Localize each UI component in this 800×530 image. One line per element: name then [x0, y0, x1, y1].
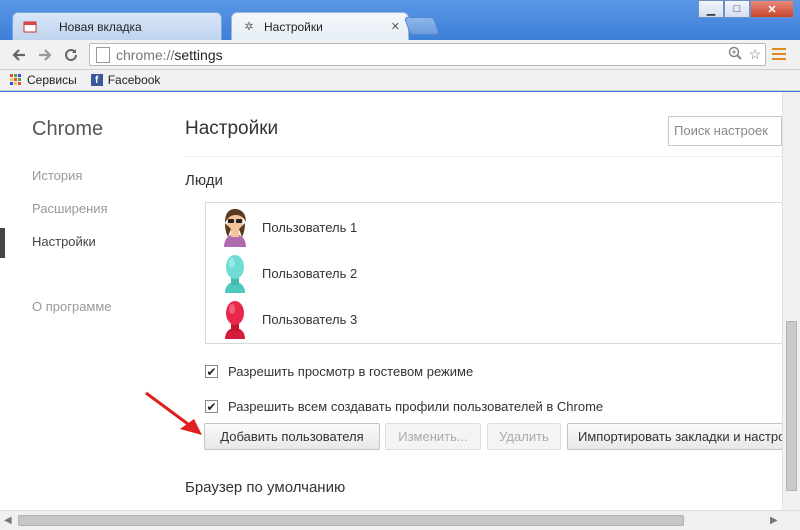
- checkbox-label: Разрешить всем создавать профили пользов…: [228, 399, 604, 414]
- horizontal-scroll-thumb[interactable]: [18, 515, 684, 526]
- search-settings-input[interactable]: Поиск настроек: [668, 116, 782, 146]
- tab-new-tab[interactable]: Новая вкладка: [12, 12, 222, 40]
- profile-name: Пользователь 3: [262, 311, 358, 327]
- vertical-scrollbar[interactable]: [782, 92, 800, 510]
- chrome-menu-icon[interactable]: [772, 48, 786, 62]
- profile-item[interactable]: Пользователь 1: [220, 207, 357, 247]
- close-tab-icon[interactable]: ✕: [391, 20, 400, 33]
- import-bookmarks-button[interactable]: Импортировать закладки и настройки: [567, 423, 782, 450]
- annotation-arrow: [145, 391, 202, 435]
- sidebar-item-settings[interactable]: Настройки: [32, 234, 96, 249]
- browser-toolbar: chrome://settings ☆: [0, 40, 800, 70]
- sidebar-item-about[interactable]: О программе: [32, 299, 112, 314]
- sidebar-item-history[interactable]: История: [32, 168, 82, 183]
- settings-main: Настройки Поиск настроек Люди Пользовате…: [185, 92, 782, 510]
- horizontal-scrollbar[interactable]: ◀ ▶: [0, 510, 800, 530]
- allow-profiles-checkbox-row[interactable]: ✔ Разрешить всем создавать профили польз…: [205, 399, 603, 414]
- bookmark-star-icon[interactable]: ☆: [745, 46, 765, 63]
- settings-sidebar: Chrome История Расширения Настройки О пр…: [0, 92, 170, 510]
- title-bar: Новая вкладка ✲ Настройки ✕ ▁ □ ✕: [0, 0, 800, 40]
- address-bar[interactable]: chrome://settings ☆: [89, 43, 766, 66]
- tab-settings[interactable]: ✲ Настройки ✕: [231, 12, 409, 40]
- profile-name: Пользователь 2: [262, 265, 358, 281]
- vertical-scroll-thumb[interactable]: [786, 321, 797, 491]
- tab-title: Новая вкладка: [59, 19, 142, 34]
- bookmark-facebook[interactable]: f Facebook: [90, 73, 161, 87]
- section-default-browser-title: Браузер по умолчанию: [185, 479, 346, 496]
- window-controls: ▁ □ ✕: [698, 0, 794, 18]
- new-tab-button[interactable]: [403, 17, 441, 35]
- minimize-button[interactable]: ▁: [698, 0, 724, 18]
- edit-user-button[interactable]: Изменить...: [385, 423, 481, 450]
- page-title: Настройки: [185, 118, 279, 139]
- add-user-button[interactable]: Добавить пользователя: [204, 423, 380, 450]
- user-avatar-teal-icon: [225, 255, 245, 293]
- tab-title: Настройки: [264, 19, 323, 34]
- url-text[interactable]: chrome://settings: [116, 47, 725, 63]
- profile-item[interactable]: Пользователь 2: [220, 253, 357, 293]
- zoom-icon[interactable]: [725, 46, 745, 63]
- arrow-right-icon[interactable]: [34, 44, 56, 66]
- close-window-button[interactable]: ✕: [750, 0, 794, 18]
- section-people-title: Люди: [185, 172, 223, 189]
- user-avatar-woman-icon: [224, 209, 246, 247]
- profile-item[interactable]: Пользователь 3: [220, 299, 357, 339]
- reload-icon[interactable]: [60, 44, 82, 66]
- user-avatar-red-icon: [225, 301, 245, 339]
- settings-page: Chrome История Расширения Настройки О пр…: [0, 92, 782, 510]
- profile-name: Пользователь 1: [262, 219, 358, 235]
- guest-mode-checkbox-row[interactable]: ✔ Разрешить просмотр в гостевом режиме: [205, 364, 473, 379]
- bookmark-label: Сервисы: [27, 73, 77, 87]
- new-tab-favicon-icon: [23, 20, 37, 34]
- scroll-right-icon[interactable]: ▶: [770, 515, 778, 526]
- profile-list[interactable]: Пользователь 1 Пользователь 2 Пользовате…: [205, 202, 782, 344]
- bookmark-apps[interactable]: Сервисы: [10, 73, 77, 87]
- guest-mode-checkbox[interactable]: ✔: [205, 365, 218, 378]
- page-icon: [96, 46, 110, 63]
- remove-user-button[interactable]: Удалить: [487, 423, 561, 450]
- header-divider: [185, 156, 782, 157]
- sidebar-brand: Chrome: [32, 118, 104, 140]
- checkbox-label: Разрешить просмотр в гостевом режиме: [228, 364, 474, 379]
- bookmarks-bar: Сервисы f Facebook: [0, 70, 800, 91]
- active-item-marker: [0, 228, 5, 258]
- facebook-icon: f: [90, 74, 103, 86]
- maximize-button[interactable]: □: [724, 0, 750, 18]
- sidebar-item-extensions[interactable]: Расширения: [32, 201, 108, 216]
- gear-icon: ✲: [244, 21, 254, 33]
- apps-icon: [10, 74, 22, 86]
- scroll-left-icon[interactable]: ◀: [4, 515, 12, 526]
- bookmark-label: Facebook: [107, 73, 161, 87]
- arrow-left-icon[interactable]: [8, 44, 30, 66]
